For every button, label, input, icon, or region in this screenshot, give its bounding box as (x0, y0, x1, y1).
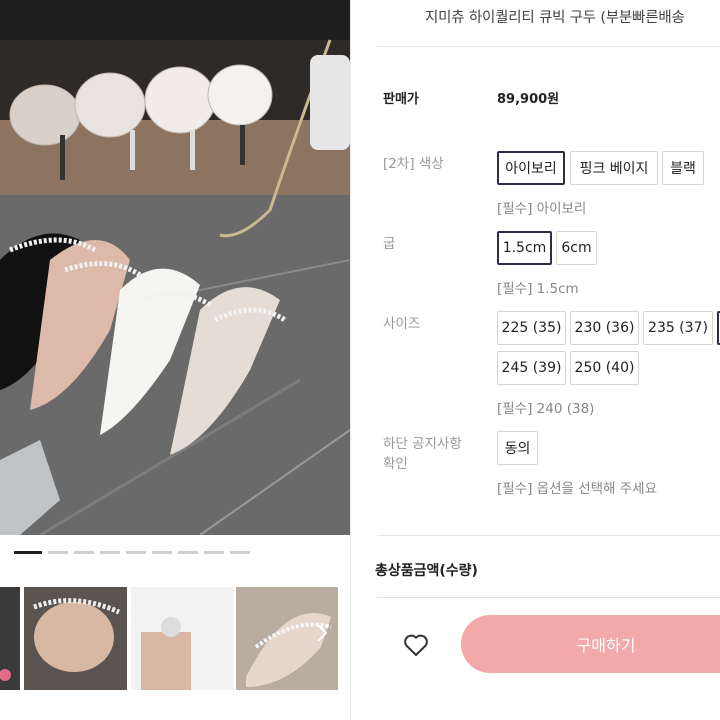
thumbnail[interactable] (131, 587, 234, 690)
size-option-245[interactable]: 245 (39) (497, 351, 566, 385)
color-option-black[interactable]: 블랙 (662, 151, 704, 185)
thumbnail[interactable] (24, 587, 127, 690)
main-product-photo[interactable] (0, 0, 350, 535)
chevron-right-icon[interactable] (312, 622, 332, 653)
total-price-label: 총상품금액(수량) (375, 563, 478, 579)
size-option-225[interactable]: 225 (35) (497, 311, 566, 345)
price-value: 89,900원 (497, 92, 560, 107)
notice-label-line2: 확인 (383, 456, 408, 472)
gallery-dot[interactable] (14, 550, 42, 554)
gallery-dot[interactable] (230, 550, 250, 554)
product-title: 지미츄 하이퀄리티 큐빅 구두 (부분빠른배송 (425, 10, 685, 26)
color-option-label: [2차] 색상 (383, 156, 444, 172)
thumbnail[interactable] (0, 587, 20, 690)
product-gallery (0, 0, 350, 720)
divider (377, 535, 720, 536)
gallery-dot[interactable] (48, 550, 68, 554)
notice-option-label: 하단 공지사항 확인 (383, 434, 462, 474)
price-label: 판매가 (383, 92, 419, 107)
heart-icon (404, 634, 428, 656)
shoes-photo-illustration (0, 0, 350, 535)
gallery-dot[interactable] (126, 550, 146, 554)
notice-selected-note: [필수] 옵션을 선택해 주세요 (497, 481, 658, 497)
gallery-dot[interactable] (204, 550, 224, 554)
buy-button[interactable]: 구매하기 (461, 615, 720, 673)
gallery-dot[interactable] (74, 550, 94, 554)
heel-option-label: 굽 (383, 236, 396, 252)
size-option-250[interactable]: 250 (40) (570, 351, 639, 385)
gallery-pagination (14, 547, 250, 557)
gallery-dot[interactable] (152, 550, 172, 554)
notice-agree-option[interactable]: 동의 (497, 431, 538, 465)
gallery-dot[interactable] (100, 550, 120, 554)
size-option-235[interactable]: 235 (37) (643, 311, 713, 345)
divider (377, 597, 720, 598)
size-selected-note: [필수] 240 (38) (497, 401, 595, 417)
gallery-dot[interactable] (178, 550, 198, 554)
color-selected-note: [필수] 아이보리 (497, 201, 587, 217)
heel-option-6cm[interactable]: 6cm (556, 231, 597, 265)
wishlist-button[interactable] (401, 630, 431, 660)
size-option-230[interactable]: 230 (36) (570, 311, 639, 345)
thumbnail-strip (0, 587, 350, 690)
size-option-label: 사이즈 (383, 316, 421, 332)
heel-selected-note: [필수] 1.5cm (497, 281, 579, 297)
divider (377, 46, 720, 47)
purchase-panel: 지미츄 하이퀄리티 큐빅 구두 (부분빠른배송 판매가 89,900원 [2차]… (350, 0, 720, 720)
color-option-ivory[interactable]: 아이보리 (497, 151, 565, 185)
heel-option-1-5cm[interactable]: 1.5cm (497, 231, 552, 265)
notice-label-line1: 하단 공지사항 (383, 436, 462, 452)
color-option-pink-beige[interactable]: 핑크 베이지 (570, 151, 658, 185)
